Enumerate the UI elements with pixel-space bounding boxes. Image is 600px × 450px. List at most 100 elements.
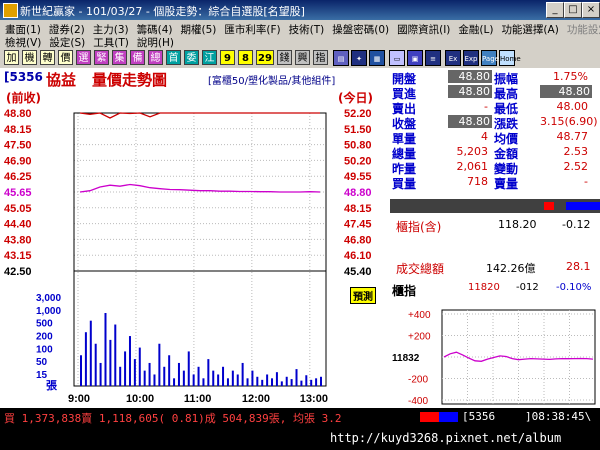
volume-bar (124, 351, 127, 386)
volume-bar (119, 366, 122, 386)
menu-finance[interactable]: 金融(L) (457, 22, 494, 37)
exp-icon[interactable]: Exp (463, 50, 479, 66)
volume-bar (251, 370, 254, 386)
page-icon[interactable]: Page (481, 50, 499, 66)
card-icon[interactable]: ▭ (389, 50, 405, 66)
menu-fx-rates[interactable]: 匯市利率(F) (223, 22, 281, 37)
list-icon[interactable]: ≡ (425, 50, 441, 66)
gear-icon[interactable]: ✦ (351, 50, 367, 66)
left-tick-label: 45.65 (4, 187, 32, 199)
left-tick-label: 43.15 (4, 250, 32, 262)
volume-bar (182, 370, 185, 386)
otc-index-change: -0.12 (562, 218, 591, 231)
grid-icon[interactable]: ▦ (369, 50, 385, 66)
url-bar: http://kuyd3268.pixnet.net/album (0, 426, 600, 450)
volume-bar (128, 336, 131, 386)
toolbar-button-prosper[interactable]: 興 (295, 50, 310, 65)
right-tick-label: 50.80 (344, 140, 372, 152)
toolbar-button-urgent[interactable]: 緊 (94, 50, 109, 65)
toolbar-button-river[interactable]: 江 (202, 50, 217, 65)
quote-value: 48.80 (448, 85, 492, 98)
toolbar-button-index[interactable]: 指 (313, 50, 328, 65)
quote-value: 2.53 (563, 145, 589, 158)
quote-value: 3.15(6.90) (540, 115, 598, 128)
quote-value: 2,061 (456, 160, 489, 173)
left-tick-label: 48.80 (4, 108, 32, 120)
toolbar-button-first[interactable]: 首 (166, 50, 181, 65)
left-tick-label: 47.50 (4, 140, 32, 152)
ask-fill (544, 202, 554, 210)
close-button[interactable]: × (582, 2, 600, 18)
right-tick-label: 46.80 (344, 234, 372, 246)
toolbar-button-money[interactable]: 錢 (277, 50, 292, 65)
toolbar-button-turn[interactable]: 轉 (40, 50, 55, 65)
mini-tick-label: 11832 (392, 353, 420, 364)
window-icon[interactable]: ▣ (407, 50, 423, 66)
toolbar-button-29[interactable]: 29 (256, 50, 274, 65)
volume-bar (192, 374, 195, 386)
volume-bar (300, 380, 303, 386)
price-series-line (79, 183, 321, 193)
menu-options[interactable]: 期權(5) (180, 22, 218, 37)
quote-value: 5,203 (456, 145, 489, 158)
status-color-indicator (420, 412, 458, 422)
home-icon[interactable]: Home (499, 50, 521, 66)
menu-function-select[interactable]: 功能選擇(A) (500, 22, 559, 37)
title-bar: 新世紀贏家 - 101/03/27 - 個股走勢：綜合自選股[名望股] _ □ … (0, 0, 600, 20)
ex-icon[interactable]: Ex (445, 50, 461, 66)
menu-technical[interactable]: 技術(T) (288, 22, 326, 37)
quote-row: 昨量 2,061 變動 2.52 (390, 160, 600, 176)
window-title: 新世紀贏家 - 101/03/27 - 個股走勢：綜合自選股[名望股] (20, 5, 305, 18)
volume-bar (241, 362, 244, 386)
toolbar-button-prepare[interactable]: 備 (130, 50, 145, 65)
quote-row: 收盤 48.80 漲跌 3.15(6.90) (390, 115, 600, 131)
toolbar-button-machine[interactable]: 機 (22, 50, 37, 65)
maximize-button[interactable]: □ (564, 2, 582, 18)
volume-bar (261, 379, 264, 386)
left-tick-label: 46.25 (4, 171, 32, 183)
turnover-label: 成交總額 (396, 262, 445, 276)
menu-function-settings[interactable]: 功能設定 (566, 22, 600, 37)
volume-bar (158, 343, 161, 386)
chart-icon[interactable]: ▤ (333, 50, 349, 66)
toolbar-button-8[interactable]: 8 (238, 50, 253, 65)
left-tick-label: 44.40 (4, 219, 32, 231)
volume-bar (310, 379, 313, 386)
toolbar-button-add[interactable]: 加 (4, 50, 19, 65)
toolbar-button-9[interactable]: 9 (220, 50, 235, 65)
quote-value: 48.80 (448, 70, 492, 83)
mini-chart-change: -012 (516, 282, 539, 293)
right-tick-label: 48.80 (344, 187, 372, 199)
watermark-url: http://kuyd3268.pixnet.net/album (330, 431, 562, 445)
toolbar-button-total[interactable]: 總 (148, 50, 163, 65)
right-tick-label: 47.45 (344, 219, 372, 231)
right-tick-label: 52.20 (344, 108, 372, 120)
volume-bar (295, 369, 298, 386)
volume-bar (99, 362, 102, 386)
quote-value: 48.80 (448, 115, 492, 128)
volume-tick-label: 500 (36, 319, 53, 330)
volume-bar (222, 366, 225, 386)
volume-bar (187, 351, 190, 386)
volume-tick-label: 3,000 (36, 293, 61, 304)
menu-password[interactable]: 操盤密碼(0) (331, 22, 390, 37)
menu-international[interactable]: 國際資訊(I) (396, 22, 451, 37)
minimize-button[interactable]: _ (546, 2, 564, 18)
volume-bar (114, 324, 117, 386)
volume-bar (80, 355, 82, 386)
left-tick-label: 43.80 (4, 234, 32, 246)
mini-tick-label: +200 (408, 332, 431, 343)
mini-tick-label: -200 (408, 375, 428, 386)
toolbar-button-collect[interactable]: 集 (112, 50, 127, 65)
toolbar-button-select[interactable]: 選 (76, 50, 91, 65)
quote-value: 1.75% (553, 70, 588, 83)
menu-bar: 畫面(1) 證券(2) 主力(3) 籌碼(4) 期權(5) 匯市利率(F) 技術… (0, 20, 600, 49)
quote-value: - (484, 100, 488, 113)
volume-bar (138, 347, 141, 386)
toolbar-button-commission[interactable]: 委 (184, 50, 199, 65)
app-icon[interactable] (3, 3, 18, 18)
volume-bar (266, 374, 269, 386)
toolbar-button-price[interactable]: 價 (58, 50, 73, 65)
volume-bar (197, 366, 200, 386)
forecast-badge[interactable]: 預測 (350, 287, 376, 304)
